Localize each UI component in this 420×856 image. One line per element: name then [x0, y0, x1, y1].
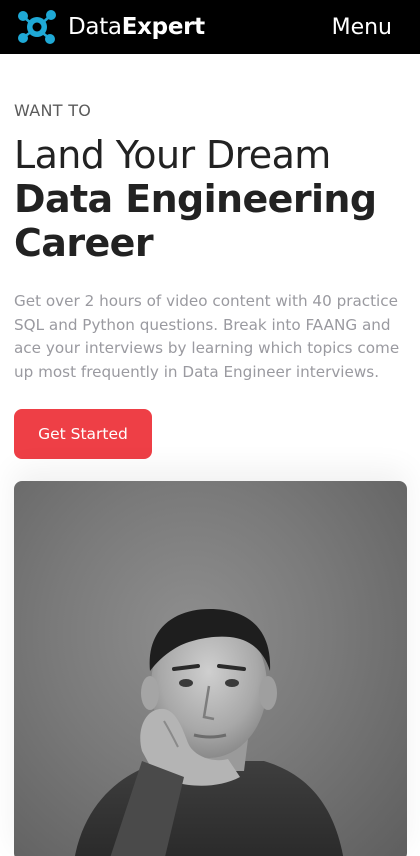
hero-headline: Land Your Dream Data Engineering Career — [14, 133, 406, 265]
molecule-logo-icon — [18, 10, 56, 44]
headline-line-regular: Land Your Dream — [14, 133, 331, 177]
brand-name-bold: Expert — [121, 14, 205, 40]
instructor-photo — [14, 481, 407, 856]
hero-eyebrow: WANT TO — [14, 101, 92, 120]
brand-name: DataExpert — [68, 14, 205, 40]
brand-name-light: Data — [68, 14, 122, 40]
menu-button[interactable]: Menu — [332, 15, 392, 40]
get-started-button[interactable]: Get Started — [14, 409, 152, 459]
brand-home-link[interactable]: DataExpert — [14, 6, 205, 48]
portrait-illustration — [75, 609, 343, 856]
hero-section: WANT TO Land Your Dream Data Engineering… — [0, 101, 420, 856]
top-navbar: DataExpert Menu — [0, 0, 420, 54]
headline-line-bold: Data Engineering Career — [14, 177, 377, 265]
hero-description: Get over 2 hours of video content with 4… — [14, 292, 400, 381]
